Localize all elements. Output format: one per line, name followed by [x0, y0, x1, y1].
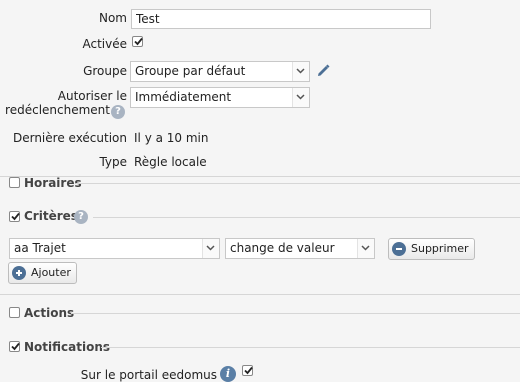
criteres-divider — [93, 217, 520, 218]
checkmark-icon — [244, 366, 253, 375]
ajouter-label: Ajouter — [31, 266, 71, 279]
criteres-title: Critères — [24, 209, 78, 223]
autoriser-select-value: Immédiatement — [135, 90, 232, 104]
condition-dropdown-arrow[interactable] — [357, 239, 374, 258]
groupe-label: Groupe — [83, 64, 127, 78]
supprimer-label: Supprimer — [411, 242, 469, 255]
actions-checkbox[interactable] — [9, 307, 20, 318]
autoriser-select[interactable]: Immédiatement — [130, 87, 310, 108]
help-icon[interactable]: ? — [74, 210, 88, 224]
checkmark-icon — [11, 342, 20, 351]
portail-checkbox[interactable] — [242, 365, 253, 376]
groupe-select-value: Groupe par défaut — [135, 64, 246, 78]
criteria-condition-value: change de valeur — [230, 241, 335, 255]
autoriser-label-line1: Autoriser le — [57, 89, 127, 103]
chevron-down-icon — [296, 94, 305, 100]
type-label: Type — [99, 155, 127, 169]
criteria-device-select[interactable]: aa Trajet — [9, 238, 220, 259]
checkmark-icon — [11, 212, 20, 221]
notifications-checkbox[interactable] — [9, 341, 20, 352]
device-dropdown-arrow[interactable] — [202, 239, 219, 258]
help-icon[interactable]: ? — [111, 105, 125, 119]
supprimer-button[interactable]: Supprimer — [388, 238, 475, 260]
notifications-title: Notifications — [24, 340, 111, 354]
horaires-title: Horaires — [24, 176, 82, 190]
actions-title: Actions — [24, 306, 75, 320]
actions-divider — [71, 313, 520, 314]
nom-label: Nom — [98, 11, 127, 25]
horaires-divider — [76, 183, 520, 184]
horaires-checkbox[interactable] — [9, 177, 20, 188]
criteria-device-value: aa Trajet — [14, 241, 66, 255]
groupe-dropdown-arrow[interactable] — [292, 62, 309, 81]
chevron-down-icon — [361, 245, 370, 251]
pencil-icon[interactable] — [315, 63, 331, 79]
groupe-select[interactable]: Groupe par défaut — [130, 61, 310, 82]
plus-circle-icon — [12, 266, 26, 280]
criteria-condition-select[interactable]: change de valeur — [225, 238, 375, 259]
portail-label: Sur le portail eedomus — [80, 368, 217, 382]
chevron-down-icon — [206, 245, 215, 251]
chevron-down-icon — [296, 68, 305, 74]
checkmark-icon — [134, 37, 143, 46]
nom-input[interactable] — [131, 9, 431, 29]
ajouter-button[interactable]: Ajouter — [8, 262, 77, 284]
info-icon[interactable]: i — [220, 366, 236, 382]
notifications-divider — [101, 347, 520, 348]
activee-checkbox[interactable] — [132, 36, 143, 47]
minus-circle-icon — [392, 242, 406, 256]
derniere-execution-label: Dernière exécution — [12, 131, 127, 145]
activee-label: Activée — [82, 37, 127, 51]
autoriser-dropdown-arrow[interactable] — [292, 88, 309, 107]
type-value: Règle locale — [134, 155, 207, 169]
autoriser-label: Autoriser le — [58, 89, 127, 103]
derniere-execution-value: Il y a 10 min — [134, 131, 209, 145]
criteres-checkbox[interactable] — [9, 211, 20, 222]
section-divider — [0, 294, 520, 295]
autoriser-label-line2: redéclenchement — [5, 103, 110, 117]
